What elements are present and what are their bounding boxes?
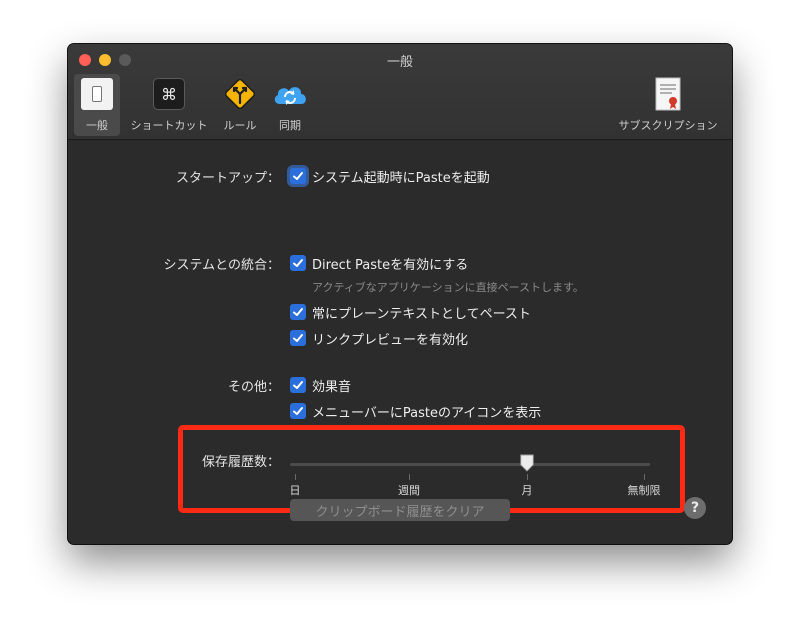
direct-paste-checkbox[interactable] <box>290 255 306 271</box>
toolbar-tab-subscription[interactable]: サブスクリプション <box>619 74 718 136</box>
slider-tick-label-week: 週間 <box>398 484 420 497</box>
menubar-icon-label: メニューバーにPasteのアイコンを表示 <box>312 406 542 421</box>
history-length-label: 保存履歴数： <box>201 455 280 470</box>
slider-tick-label-day: 日 <box>289 484 301 497</box>
launch-at-login-checkbox[interactable] <box>290 168 306 184</box>
checkmark-icon <box>293 308 303 316</box>
preferences-window: 一般 一般 ⌘ ショートカット ルール 同期 サブスクリプション スタートアップ… <box>68 44 732 544</box>
general-settings-pane: スタートアップ： システム起動時にPasteを起動 システムとの統合： Dire… <box>68 140 732 544</box>
certificate-icon <box>655 77 681 111</box>
history-slider-track[interactable] <box>290 463 650 466</box>
direct-paste-description: アクティブなアプリケーションに直接ペーストします。 <box>312 281 584 294</box>
integration-label: システムとの統合： <box>163 258 280 273</box>
toolbar-tab-general[interactable]: 一般 <box>74 74 120 136</box>
toolbar-tab-sync[interactable]: 同期 <box>268 74 312 136</box>
checkmark-icon <box>293 334 303 342</box>
toolbar-tab-shortcuts[interactable]: ⌘ ショートカット <box>131 74 208 136</box>
general-switch-icon <box>81 78 113 110</box>
sound-effects-checkbox[interactable] <box>290 377 306 393</box>
checkmark-icon <box>293 259 303 267</box>
slider-tick <box>644 474 645 480</box>
plain-text-paste-label: 常にプレーンテキストとしてペースト <box>312 307 531 322</box>
title-bar: 一般 一般 ⌘ ショートカット ルール 同期 サブスクリプション <box>68 44 732 140</box>
cloud-sync-icon <box>274 87 306 105</box>
link-preview-label: リンクプレビューを有効化 <box>312 333 469 348</box>
slider-tick <box>295 474 296 480</box>
launch-at-login-label: システム起動時にPasteを起動 <box>312 171 490 186</box>
slider-tick-label-month: 月 <box>521 484 533 497</box>
road-sign-icon <box>224 78 256 110</box>
checkmark-icon <box>293 407 303 415</box>
toolbar-tab-label: 同期 <box>279 119 301 132</box>
history-slider-thumb[interactable] <box>519 454 535 472</box>
window-title: 一般 <box>386 55 413 70</box>
toolbar-tab-label: ショートカット <box>130 119 208 132</box>
checkmark-icon <box>293 172 303 180</box>
slider-tick-label-unlimited: 無制限 <box>627 484 661 497</box>
toolbar-tab-rules[interactable]: ルール <box>218 74 262 136</box>
slider-tick <box>527 474 528 480</box>
plain-text-paste-checkbox[interactable] <box>290 304 306 320</box>
toolbar-tab-label: サブスクリプション <box>618 119 718 132</box>
link-preview-checkbox[interactable] <box>290 330 306 346</box>
sound-effects-label: 効果音 <box>312 380 352 395</box>
clear-history-button[interactable]: クリップボード履歴をクリア <box>290 499 510 521</box>
slider-tick <box>409 474 410 480</box>
other-label: その他： <box>227 380 280 395</box>
checkmark-icon <box>293 381 303 389</box>
command-key-icon: ⌘ <box>153 78 185 110</box>
menubar-icon-checkbox[interactable] <box>290 403 306 419</box>
help-button[interactable]: ? <box>684 497 706 519</box>
direct-paste-label: Direct Pasteを有効にする <box>312 258 469 273</box>
startup-label: スタートアップ： <box>175 171 280 186</box>
toolbar-tab-label: 一般 <box>86 119 108 132</box>
